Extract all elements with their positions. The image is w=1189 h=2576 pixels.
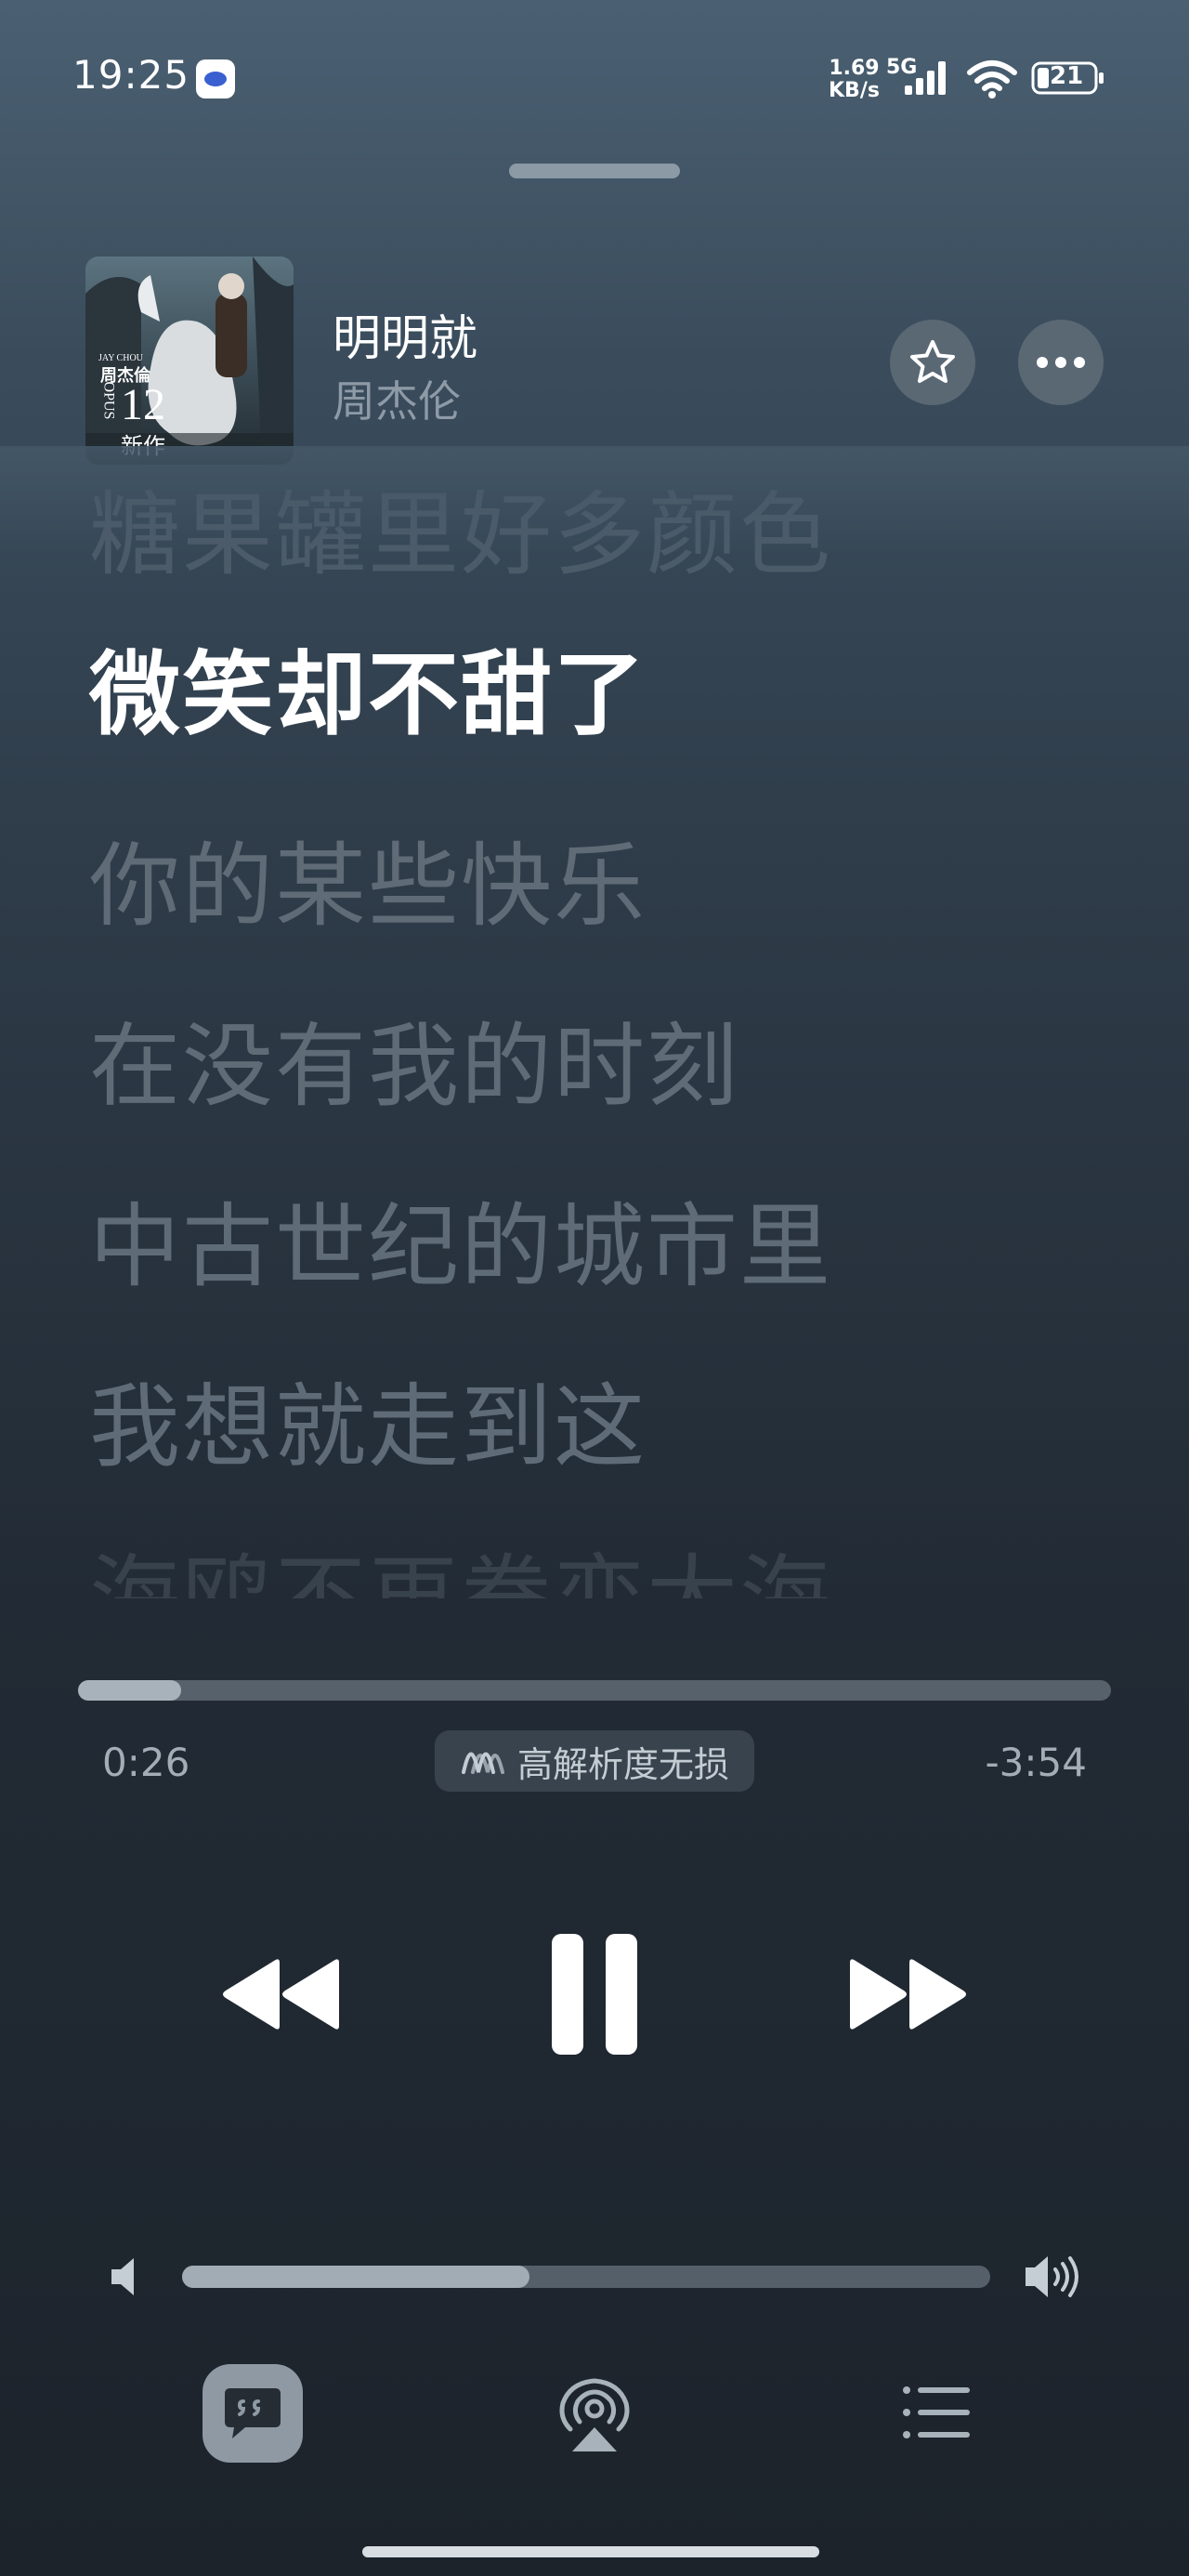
status-time: 19:25 [72, 52, 190, 98]
audio-quality-label: 高解析度无损 [516, 1743, 729, 1785]
lyrics-fade-overlay [0, 446, 1189, 558]
lyric-line[interactable]: 我想就走到这 [89, 1353, 647, 1485]
signal-icon [905, 61, 946, 95]
notification-app-icon [196, 59, 235, 99]
favorite-button[interactable] [890, 320, 975, 405]
lyric-line[interactable]: 中古世纪的城市里 [89, 1173, 832, 1305]
fast-forward-icon [850, 1959, 966, 2030]
lyric-line[interactable]: 你的某些快乐 [89, 812, 647, 944]
network-speed-unit: KB/s [829, 79, 880, 102]
song-artist[interactable]: 周杰伦 [333, 368, 461, 429]
lyrics-toggle-button[interactable] [203, 2364, 303, 2463]
audio-quality-badge[interactable]: 高解析度无损 [435, 1730, 754, 1792]
network-speed-value: 1.69 [829, 57, 880, 80]
next-track-button[interactable] [836, 1937, 981, 2052]
network-speed: 1.69 KB/s [829, 58, 880, 102]
sheet-drag-handle[interactable] [509, 164, 680, 178]
volume-slider[interactable] [182, 2266, 990, 2288]
remaining-time: -3:54 [985, 1740, 1087, 1785]
volume-low-icon[interactable] [108, 2256, 145, 2297]
pause-icon [552, 1934, 637, 2055]
lyric-line[interactable]: 海鸥不再眷恋大海 [89, 1524, 832, 1598]
lyric-line[interactable]: 在没有我的时刻 [89, 992, 739, 1124]
lyric-line-current[interactable]: 微笑却不甜了 [89, 621, 647, 753]
airplay-icon[interactable] [557, 2377, 632, 2453]
battery-indicator: 21 [1031, 61, 1105, 95]
wifi-icon [967, 60, 1017, 99]
rewind-icon [223, 1959, 339, 2030]
pause-button[interactable] [539, 1922, 650, 2067]
volume-high-icon[interactable] [1024, 2253, 1085, 2301]
elapsed-time: 0:26 [102, 1740, 190, 1785]
playback-progress-fill [78, 1680, 182, 1701]
wave-icon [461, 1752, 504, 1774]
list-icon[interactable] [901, 2383, 972, 2442]
cover-opus-text: OPUS [100, 381, 117, 420]
volume-slider-fill [182, 2266, 530, 2288]
album-cover[interactable]: JAY CHOU 周杰倫 OPUS 12 新作 [85, 256, 294, 465]
more-dots-icon [1037, 357, 1085, 368]
playback-progress-bar[interactable] [78, 1680, 1111, 1701]
home-indicator[interactable] [362, 2546, 819, 2557]
previous-track-button[interactable] [208, 1937, 353, 2052]
cover-number-text: 12 [121, 380, 165, 429]
more-button[interactable] [1018, 320, 1104, 405]
lyrics-quote-icon [225, 2388, 281, 2438]
song-title[interactable]: 明明就 [333, 299, 477, 369]
battery-level: 21 [1050, 62, 1084, 90]
star-icon [910, 340, 955, 383]
